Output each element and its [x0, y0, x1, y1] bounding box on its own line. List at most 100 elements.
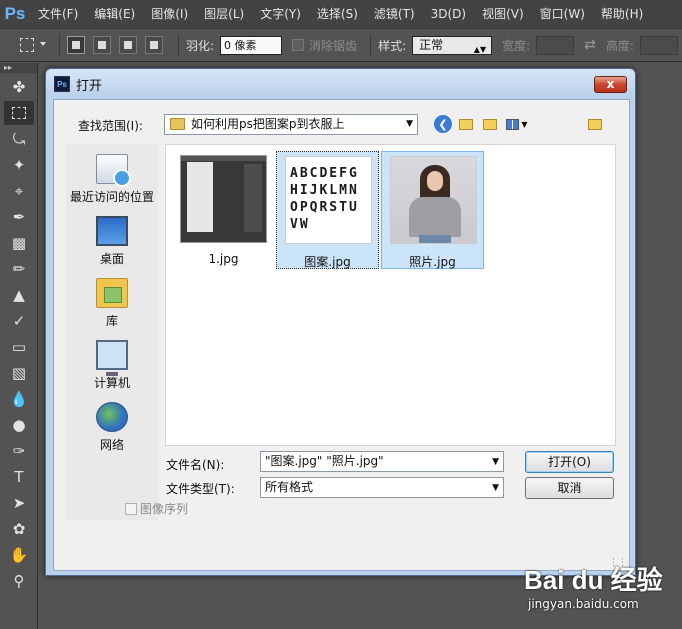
swap-icon[interactable]: ⇄ — [584, 37, 596, 53]
cancel-button[interactable]: 取消 — [525, 477, 614, 499]
history-brush-tool-icon[interactable]: ✓ — [4, 309, 34, 333]
filetype-select[interactable]: 所有格式 ▼ — [260, 477, 504, 498]
place-network[interactable]: 网络 — [66, 402, 158, 453]
place-recent[interactable]: 最近访问的位置 — [66, 154, 158, 205]
file-thumbnail — [390, 156, 477, 244]
menu-image[interactable]: 图像(I) — [143, 0, 196, 28]
place-library[interactable]: 库 — [66, 278, 158, 329]
place-computer[interactable]: 计算机 — [66, 340, 158, 391]
chevron-down-icon — [40, 42, 46, 46]
brush-tool-icon[interactable]: ✏ — [4, 257, 34, 281]
type-tool-icon[interactable]: T — [4, 465, 34, 489]
chevron-down-icon: ▼ — [492, 483, 499, 493]
new-folder-icon[interactable] — [481, 115, 499, 133]
place-label: 库 — [105, 314, 118, 328]
library-icon — [96, 278, 128, 308]
tools-panel: ▸▸ ✤ ⤿ ✦ ⌖ ✒ ▩ ✏ ▲ ✓ ▭ ▧ 💧 ● ✑ T ➤ ✿ ✋ ⚲ — [0, 63, 38, 629]
dialog-title: 打开 — [76, 78, 103, 94]
photoshop-app-icon: Ps — [54, 76, 70, 92]
place-label: 计算机 — [93, 376, 130, 390]
feather-input[interactable]: 0 像素 — [220, 35, 283, 55]
filename-input[interactable]: "图案.jpg" "照片.jpg" ▼ — [260, 451, 504, 472]
move-tool-icon[interactable]: ✤ — [4, 75, 34, 99]
menu-window[interactable]: 窗口(W) — [532, 0, 593, 28]
path-selection-tool-icon[interactable]: ➤ — [4, 491, 34, 515]
menu-help[interactable]: 帮助(H) — [593, 0, 651, 28]
place-desktop[interactable]: 桌面 — [66, 216, 158, 267]
file-item[interactable]: 照片.jpg — [381, 151, 484, 269]
file-list[interactable]: 1.jpg ABCDEFGHIJKLMNOPQRSTUVW 图案.jpg 照片.… — [165, 144, 616, 446]
lookin-row: 查找范围(I): 如何利用ps把图案p到衣服上 ▼ ❮ ▼ — [54, 112, 629, 136]
add-selection-button[interactable] — [93, 36, 111, 54]
zoom-tool-icon[interactable]: ⚲ — [4, 569, 34, 593]
feather-label: 羽化: — [186, 38, 215, 53]
baidu-logo: Bai du 经验 — [524, 565, 663, 595]
subtract-selection-button[interactable] — [119, 36, 137, 54]
crop-tool-icon[interactable]: ⌖ — [4, 179, 34, 203]
close-button[interactable]: x — [594, 76, 627, 93]
new-selection-button[interactable] — [67, 36, 85, 54]
blur-tool-icon[interactable]: 💧 — [4, 387, 34, 411]
clone-stamp-tool-icon[interactable]: ▲ — [4, 283, 34, 307]
image-sequence-option[interactable]: 图像序列 — [125, 500, 188, 517]
file-name: 1.jpg — [208, 252, 239, 266]
healing-brush-tool-icon[interactable]: ▩ — [4, 231, 34, 255]
subtract-selection-icon — [124, 41, 132, 49]
place-label: 最近访问的位置 — [69, 190, 154, 204]
pen-tool-icon[interactable]: ✑ — [4, 439, 34, 463]
style-value: 正常 — [419, 37, 444, 52]
updown-icon: ▲▼ — [473, 44, 487, 54]
chevron-down-icon: ▼ — [492, 457, 499, 467]
style-label: 样式: — [378, 38, 407, 53]
lookin-label: 查找范围(I): — [78, 119, 143, 133]
chevron-down-icon: ▼ — [406, 119, 413, 129]
height-label: 高度: — [605, 38, 634, 53]
hand-tool-icon[interactable]: ✋ — [4, 543, 34, 567]
width-input[interactable] — [536, 35, 575, 55]
marquee-tool-icon[interactable] — [4, 101, 34, 125]
file-thumbnail — [180, 155, 267, 243]
view-menu-icon[interactable]: ▼ — [505, 115, 529, 133]
file-item[interactable]: ABCDEFGHIJKLMNOPQRSTUVW 图案.jpg — [276, 151, 379, 269]
gradient-tool-icon[interactable]: ▧ — [4, 361, 34, 385]
computer-icon — [96, 340, 128, 376]
intersect-selection-button[interactable] — [145, 36, 163, 54]
menu-file[interactable]: 文件(F) — [30, 0, 86, 28]
divider — [370, 34, 372, 56]
panel-grip-icon[interactable]: ▸▸ — [0, 63, 37, 73]
image-sequence-label: 图像序列 — [140, 502, 189, 516]
desktop-shortcut-icon[interactable] — [586, 115, 604, 133]
filetype-value: 所有格式 — [265, 480, 314, 494]
dialog-titlebar[interactable]: Ps 打开 — [46, 69, 635, 99]
up-folder-icon[interactable] — [457, 115, 475, 133]
image-sequence-checkbox[interactable] — [125, 502, 137, 515]
filetype-label: 文件类型(T): — [166, 482, 235, 496]
menu-edit[interactable]: 编辑(E) — [86, 0, 143, 28]
open-button[interactable]: 打开(O) — [525, 451, 614, 473]
tool-preset-picker[interactable] — [14, 33, 52, 57]
menu-view[interactable]: 视图(V) — [474, 0, 532, 28]
menu-filter[interactable]: 滤镜(T) — [366, 0, 423, 28]
file-item[interactable]: 1.jpg — [172, 151, 275, 269]
lasso-tool-icon[interactable]: ⤿ — [4, 127, 34, 151]
menu-select[interactable]: 选择(S) — [309, 0, 366, 28]
antialias-checkbox[interactable] — [292, 39, 305, 51]
shape-tool-icon[interactable]: ✿ — [4, 517, 34, 541]
style-select[interactable]: 正常 ▲▼ — [412, 35, 493, 55]
menu-type[interactable]: 文字(Y) — [252, 0, 309, 28]
menu-3d[interactable]: 3D(D) — [423, 0, 474, 28]
baidu-watermark: Bai du 经验 jingyan.baidu.com — [524, 560, 682, 624]
options-bar: 羽化: 0 像素 消除锯齿 样式: 正常 ▲▼ 宽度: ⇄ 高度: — [0, 28, 682, 62]
place-label: 网络 — [99, 438, 124, 452]
back-icon[interactable]: ❮ — [434, 115, 452, 133]
dodge-tool-icon[interactable]: ● — [4, 413, 34, 437]
menu-layer[interactable]: 图层(L) — [196, 0, 252, 28]
eyedropper-tool-icon[interactable]: ✒ — [4, 205, 34, 229]
folder-icon — [170, 118, 185, 130]
magic-wand-tool-icon[interactable]: ✦ — [4, 153, 34, 177]
eraser-tool-icon[interactable]: ▭ — [4, 335, 34, 359]
height-input[interactable] — [639, 35, 678, 55]
divider — [59, 34, 60, 56]
filename-value: "图案.jpg" "照片.jpg" — [265, 454, 384, 468]
lookin-dropdown[interactable]: 如何利用ps把图案p到衣服上 ▼ — [164, 114, 418, 135]
